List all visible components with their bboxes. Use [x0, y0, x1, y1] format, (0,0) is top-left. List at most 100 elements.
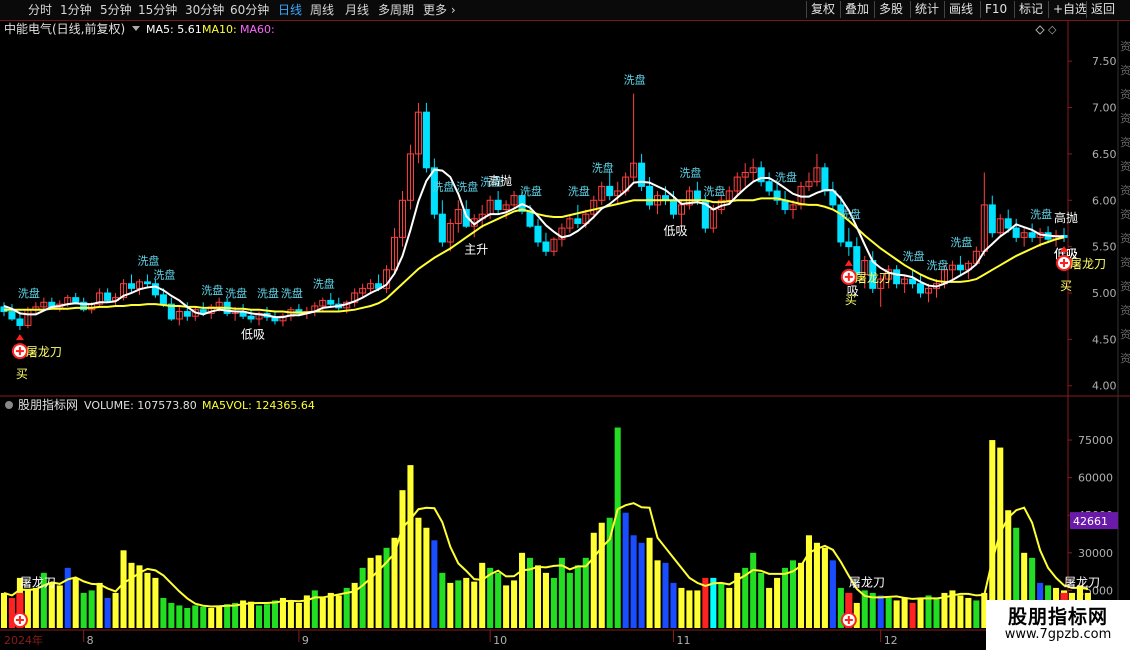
signal-label-1: 主升 — [464, 242, 488, 256]
volume-bar — [885, 597, 892, 628]
period-tab-8[interactable]: 月线 — [345, 2, 369, 18]
volume-bar — [614, 427, 621, 628]
candle-body — [693, 190, 701, 201]
volume-bar — [248, 601, 255, 628]
vol-tulong-label-2: 屠龙刀 — [1064, 576, 1100, 590]
toolbar-button-8[interactable]: 返回 — [1086, 1, 1119, 18]
candle-body — [917, 283, 925, 294]
candle-body — [909, 278, 917, 285]
diamond-icon — [1035, 25, 1045, 35]
price-tick-3: 6.00 — [1092, 194, 1117, 207]
volume-bar — [463, 577, 470, 628]
volume-bar — [232, 602, 239, 628]
toolbar-button-2[interactable]: 多股 — [874, 1, 907, 18]
wash-label-22: 洗盘 — [1030, 207, 1052, 221]
volume-bar — [782, 567, 789, 628]
ma10-label: MA10: — [202, 23, 237, 36]
period-tab-10[interactable]: 更多 › — [423, 2, 456, 18]
volume-bar — [542, 572, 549, 628]
wash-label-6: 洗盘 — [281, 286, 303, 300]
period-tab-2[interactable]: 5分钟 — [100, 2, 132, 18]
volume-bar — [88, 590, 95, 628]
volume-bar — [877, 595, 884, 628]
ma5-label: MA5: 5.61 — [146, 23, 202, 36]
buy-arrow-icon — [15, 334, 24, 341]
volume-bar — [646, 537, 653, 628]
period-tab-1[interactable]: 1分钟 — [60, 2, 92, 18]
candle-body — [646, 185, 654, 206]
candle-body — [845, 241, 853, 248]
volume-bar — [375, 555, 382, 628]
period-tab-9[interactable]: 多周期 — [378, 2, 414, 18]
toolbar-button-4[interactable]: 画线 — [944, 1, 977, 18]
wash-label-3: 洗盘 — [201, 283, 223, 297]
volume-bar — [144, 572, 151, 628]
volume-bar — [367, 557, 374, 628]
period-tab-6[interactable]: 日线 — [278, 2, 302, 18]
wash-label-16: 洗盘 — [703, 184, 725, 198]
volume-bar — [152, 577, 159, 628]
toolbar-button-1[interactable]: 叠加 — [840, 1, 873, 18]
vol-badge: 42661 — [1073, 515, 1108, 528]
candle-body — [534, 225, 542, 243]
volume-bar — [925, 595, 932, 628]
volume-bar — [184, 607, 191, 628]
volume-bar — [64, 567, 71, 628]
signal-label-0: 高抛 — [488, 173, 512, 188]
sidebar-char-10: 资 — [1120, 280, 1130, 293]
volume-bar — [295, 602, 302, 628]
period-tab-4[interactable]: 30分钟 — [185, 2, 224, 18]
volume-bar — [582, 557, 589, 628]
sidebar-char-7: 资 — [1120, 208, 1130, 221]
volume-bar — [431, 540, 438, 628]
candle-body — [183, 311, 191, 317]
sidebar-char-11: 资 — [1120, 304, 1130, 317]
sidebar-char-6: 资 — [1120, 184, 1130, 197]
volume-bar — [933, 597, 940, 628]
wash-label-15: 洗盘 — [679, 165, 701, 179]
candle-body — [956, 264, 964, 271]
volume-bar — [965, 597, 972, 628]
volume-bar — [80, 592, 87, 628]
volume-bar — [829, 560, 836, 628]
sidebar-char-2: 资 — [1120, 88, 1130, 101]
volume-bar — [805, 535, 812, 628]
period-tab-0[interactable]: 分时 — [28, 2, 52, 18]
wash-label-12: 洗盘 — [568, 184, 590, 198]
candle-body — [606, 185, 614, 197]
volume-bar — [662, 562, 669, 628]
logo-title: 股朋指标网 — [1007, 606, 1108, 628]
toolbar-button-5[interactable]: F10 — [980, 1, 1011, 18]
period-tab-7[interactable]: 周线 — [310, 2, 334, 18]
price-tick-6: 4.50 — [1092, 333, 1117, 346]
toolbar-button-7[interactable]: +自选 — [1048, 1, 1091, 18]
toolbar-button-6[interactable]: 标记 — [1014, 1, 1047, 18]
wash-label-0: 洗盘 — [18, 286, 40, 300]
volume-bar — [766, 587, 773, 628]
sidebar-char-12: 资 — [1120, 328, 1130, 341]
volume-bar — [72, 577, 79, 628]
month-label-1: 9 — [302, 634, 309, 647]
volume-bar — [48, 582, 55, 628]
volume-bar — [558, 557, 565, 628]
candle-body — [1004, 218, 1012, 229]
volume-bar — [686, 590, 693, 628]
logo-url: www.7gpzb.com — [1004, 627, 1112, 642]
volume-bar — [638, 542, 645, 628]
wash-label-14: 洗盘 — [624, 73, 646, 87]
wash-label-17: 洗盘 — [775, 170, 797, 184]
period-tab-5[interactable]: 60分钟 — [230, 2, 269, 18]
wash-label-11: 洗盘 — [520, 184, 542, 198]
candle-body — [765, 181, 773, 192]
wash-label-8: 洗盘 — [432, 179, 454, 193]
vol-tulong-label-0: 屠龙刀 — [20, 576, 56, 590]
volume-bar — [957, 595, 964, 628]
price-tick-1: 7.00 — [1092, 102, 1117, 115]
volume-bar — [327, 592, 334, 628]
volume-bar — [909, 602, 916, 628]
period-tab-3[interactable]: 15分钟 — [138, 2, 177, 18]
toolbar-button-0[interactable]: 复权 — [806, 1, 839, 18]
candle-body — [151, 283, 159, 296]
toolbar-button-3[interactable]: 统计 — [910, 1, 943, 18]
price-tick-2: 6.50 — [1092, 148, 1117, 161]
